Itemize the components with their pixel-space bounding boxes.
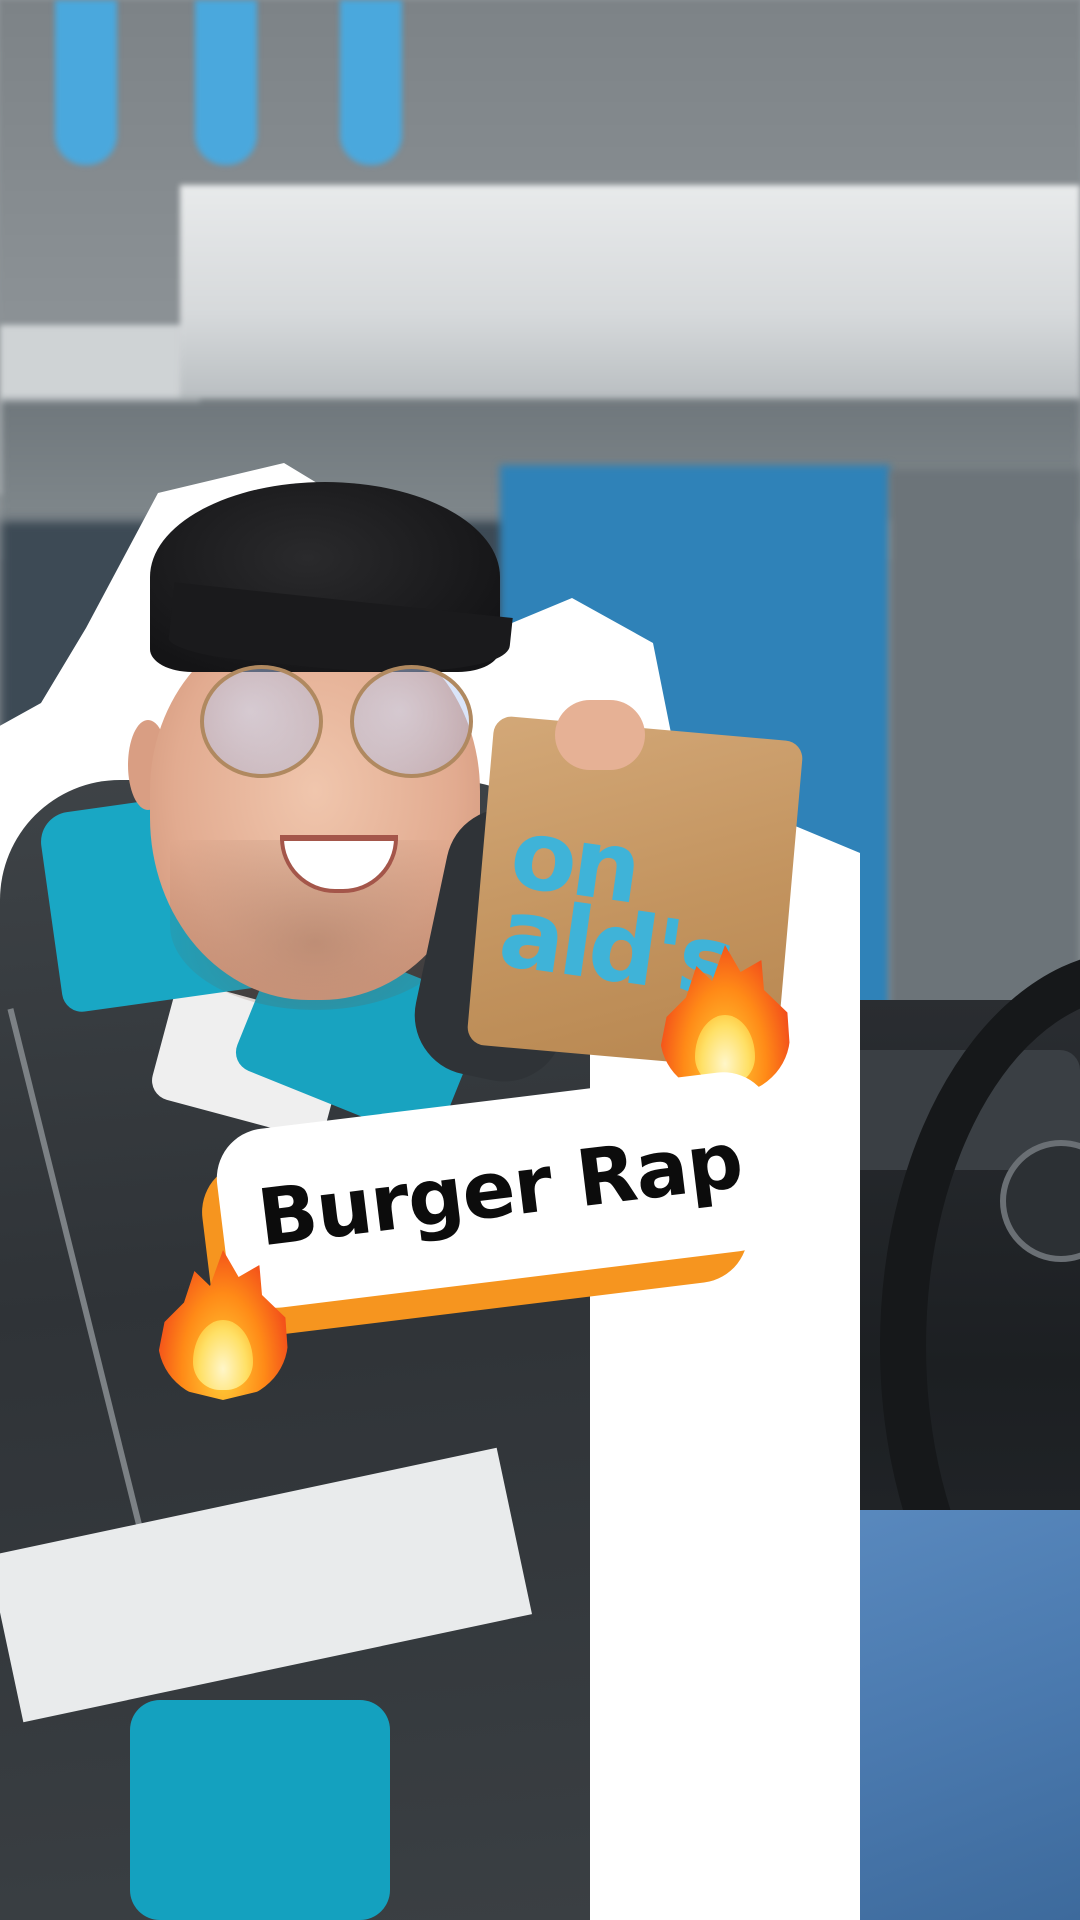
fire-emoji-icon — [148, 1230, 298, 1400]
fire-emoji-icon — [650, 925, 800, 1095]
hand — [555, 700, 645, 770]
logo-arch-bar — [195, 0, 257, 165]
video-frame: on ald's Burger Rap — [0, 0, 1080, 1920]
awning — [180, 185, 1080, 400]
logo-arch-bar — [55, 0, 117, 165]
logo-arch-bar — [340, 0, 402, 165]
jacket-panel — [130, 1700, 390, 1920]
video-title: Burger Rap — [253, 1115, 747, 1265]
glasses-lens — [200, 665, 323, 778]
glasses-lens — [350, 665, 473, 778]
door-panel — [890, 470, 1080, 1030]
